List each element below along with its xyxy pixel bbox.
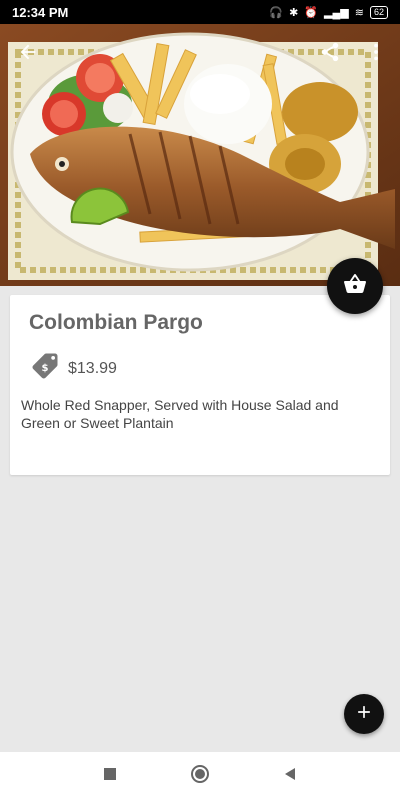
item-description: Whole Red Snapper, Served with House Sal… — [21, 397, 339, 431]
plus-icon — [354, 702, 374, 727]
arrow-left-icon — [17, 41, 39, 68]
price-tag-icon: $ — [30, 351, 60, 386]
basket-icon — [343, 272, 367, 301]
triangle-back-icon — [283, 767, 297, 786]
square-icon — [103, 767, 117, 786]
wifi-icon: ≋ — [354, 6, 364, 19]
price-row: $ $13.99 — [30, 351, 117, 386]
item-name: Colombian Pargo — [29, 311, 203, 334]
item-price: $13.99 — [68, 359, 117, 377]
share-button[interactable] — [314, 38, 346, 70]
circle-icon — [190, 764, 210, 789]
more-vert-icon — [365, 41, 387, 68]
add-button[interactable] — [344, 694, 384, 734]
svg-text:$: $ — [42, 363, 49, 374]
item-details-card: Colombian Pargo $ $13.99 Whole Red Snapp… — [10, 295, 390, 475]
status-icons: 🎧 ✱ ⏰ ▂▄▆ ≋ 62 — [269, 5, 388, 19]
share-icon — [319, 41, 341, 68]
alarm-icon: ⏰ — [304, 6, 319, 19]
back-nav-button[interactable] — [280, 766, 300, 786]
status-time: 12:34 PM — [12, 4, 69, 20]
status-bar: 12:34 PM 🎧 ✱ ⏰ ▂▄▆ ≋ 62 — [0, 0, 400, 24]
system-nav-bar — [0, 752, 400, 800]
signal-icon: ▂▄▆ — [324, 6, 349, 19]
more-options-button[interactable] — [360, 38, 392, 70]
cart-button[interactable] — [327, 258, 383, 314]
back-button[interactable] — [12, 38, 44, 70]
bluetooth-icon: ✱ — [289, 6, 299, 19]
recents-button[interactable] — [100, 766, 120, 786]
headphones-icon: 🎧 — [269, 6, 284, 19]
battery-icon: 62 — [369, 5, 388, 19]
home-button[interactable] — [190, 764, 210, 789]
